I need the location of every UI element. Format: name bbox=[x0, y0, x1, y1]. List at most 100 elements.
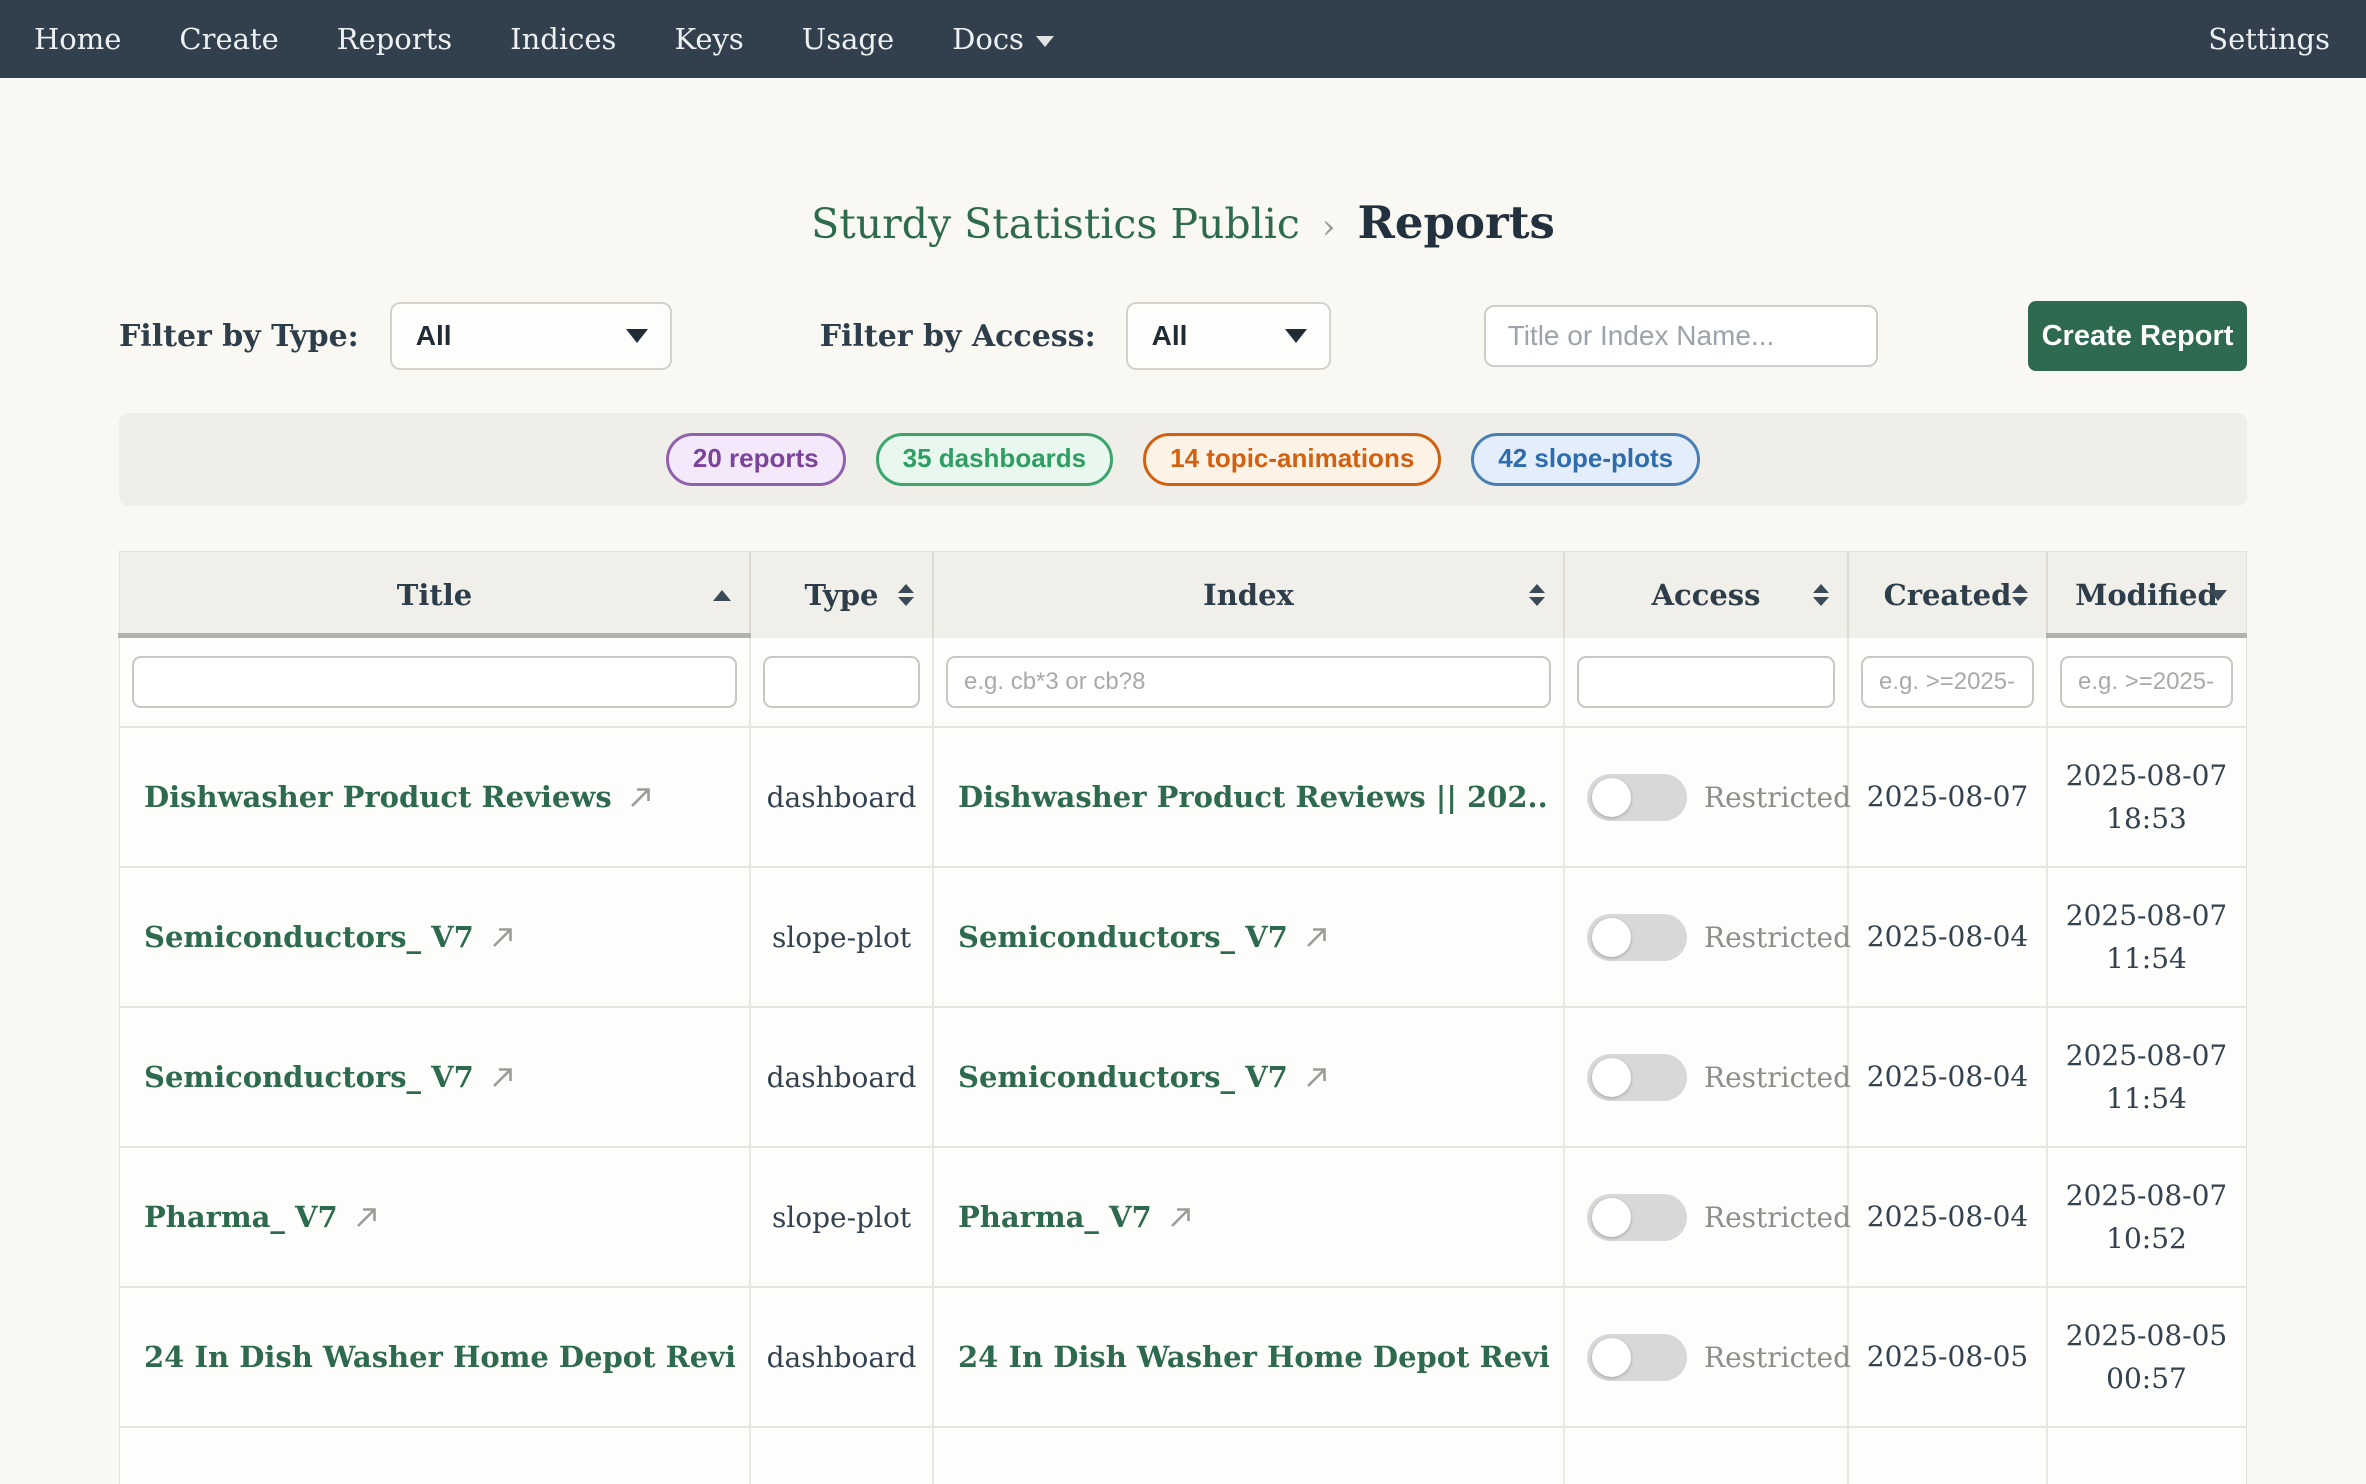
column-header-type[interactable]: Type bbox=[751, 552, 934, 638]
sort-both-icon bbox=[1529, 584, 1545, 606]
index-link[interactable]: 24 In Dish Washer Home Depot Revi... bbox=[958, 1340, 1549, 1374]
sort-both-icon bbox=[2012, 584, 2028, 606]
column-header-label: Type bbox=[805, 578, 879, 612]
access-status-label: Restricted bbox=[1704, 921, 1851, 954]
report-title-text: Semiconductors_ V7 bbox=[144, 920, 474, 954]
column-header-index[interactable]: Index bbox=[934, 552, 1565, 638]
filter-by-access-label: Filter by Access: bbox=[820, 319, 1096, 354]
index-column-filter-input[interactable] bbox=[946, 656, 1551, 708]
toggle-knob bbox=[1592, 1198, 1631, 1237]
count-badge: 42 slope-plots bbox=[1471, 433, 1700, 486]
column-header-created[interactable]: Created bbox=[1849, 552, 2048, 638]
report-type-text: dashboard bbox=[767, 781, 917, 814]
create-report-button[interactable]: Create Report bbox=[2028, 301, 2247, 371]
access-filter-value: All bbox=[1152, 320, 1188, 352]
nav-item-reports[interactable]: Reports bbox=[337, 22, 452, 56]
modified-datetime-text: 2025-08-0500:57 bbox=[2066, 1314, 2227, 1401]
index-name-text: Dishwasher Product Reviews || 202... bbox=[958, 780, 1549, 814]
access-toggle[interactable] bbox=[1587, 914, 1687, 961]
report-title-link[interactable]: Semiconductors_ V7 bbox=[144, 920, 516, 954]
column-header-modified[interactable]: Modified bbox=[2048, 552, 2245, 638]
report-title-link[interactable]: 24 In Dish Washer Home Depot Revi... bbox=[144, 1340, 735, 1374]
nav-item-home[interactable]: Home bbox=[34, 22, 121, 56]
access-status-label: Restricted bbox=[1704, 1341, 1851, 1374]
toggle-knob bbox=[1592, 918, 1631, 957]
report-title-text: 24 In Dish Washer Home Depot Revi... bbox=[144, 1340, 735, 1374]
created-date-text: 2025-08-07 bbox=[1867, 775, 2028, 818]
column-header-title[interactable]: Title bbox=[120, 552, 751, 638]
toggle-knob bbox=[1592, 1338, 1631, 1377]
access-filter-select[interactable]: All bbox=[1126, 302, 1331, 370]
chevron-down-icon bbox=[626, 329, 648, 343]
chevron-down-icon bbox=[1036, 36, 1054, 47]
modified-datetime-text: 2025-08-0710:52 bbox=[2066, 1174, 2227, 1261]
nav-item-docs[interactable]: Docs bbox=[952, 22, 1054, 56]
created-date-text: 2025-08-04 bbox=[1867, 915, 2028, 958]
index-name-text: Semiconductors_ V7 bbox=[958, 920, 1288, 954]
access-toggle[interactable] bbox=[1587, 1054, 1687, 1101]
column-header-access[interactable]: Access bbox=[1565, 552, 1849, 638]
index-name-text: Semiconductors_ V7 bbox=[958, 1060, 1288, 1094]
created-date-text: 2025-08-04 bbox=[1867, 1055, 2028, 1098]
column-header-label: Access bbox=[1652, 578, 1761, 612]
report-type-text: slope-plot bbox=[772, 1201, 911, 1234]
nav-item-settings[interactable]: Settings bbox=[2208, 22, 2330, 56]
nav-item-create[interactable]: Create bbox=[179, 22, 278, 56]
report-title-link[interactable]: Semiconductors_ V7 bbox=[144, 1060, 516, 1094]
page-title: Reports bbox=[1357, 196, 1554, 249]
sort-both-icon bbox=[1813, 584, 1829, 606]
report-type-text: dashboard bbox=[767, 1341, 917, 1374]
modified-column-filter-input[interactable] bbox=[2060, 656, 2233, 708]
access-column-filter-input[interactable] bbox=[1577, 656, 1835, 708]
breadcrumb-parent-link[interactable]: Sturdy Statistics Public bbox=[811, 200, 1300, 248]
report-title-link[interactable]: Pharma_ V7 bbox=[144, 1200, 380, 1234]
table-row-partial bbox=[120, 1428, 2246, 1484]
access-status-label: Restricted bbox=[1704, 781, 1851, 814]
count-badge: 20 reports bbox=[666, 433, 846, 486]
table-row: Semiconductors_ V7 dashboard Semiconduct… bbox=[120, 1008, 2246, 1148]
report-type-text: slope-plot bbox=[772, 921, 911, 954]
nav-docs-label: Docs bbox=[952, 22, 1024, 56]
external-link-icon bbox=[1303, 1064, 1330, 1091]
report-title-link[interactable]: Dishwasher Product Reviews bbox=[144, 780, 654, 814]
chevron-down-icon bbox=[1285, 329, 1307, 343]
table-header-row: Title Type Index Access Created Modified bbox=[120, 552, 2246, 638]
title-column-filter-input[interactable] bbox=[132, 656, 737, 708]
nav-item-usage[interactable]: Usage bbox=[802, 22, 894, 56]
report-type-text: dashboard bbox=[767, 1061, 917, 1094]
filter-by-type-label: Filter by Type: bbox=[119, 319, 359, 354]
external-link-icon bbox=[489, 924, 516, 951]
report-title-text: Semiconductors_ V7 bbox=[144, 1060, 474, 1094]
created-date-text: 2025-08-04 bbox=[1867, 1195, 2028, 1238]
index-name-text: 24 In Dish Washer Home Depot Revi... bbox=[958, 1340, 1549, 1374]
top-navbar: Home Create Reports Indices Keys Usage D… bbox=[0, 0, 2366, 78]
type-column-filter-input[interactable] bbox=[763, 656, 920, 708]
access-status-label: Restricted bbox=[1704, 1061, 1851, 1094]
modified-datetime-text: 2025-08-0718:53 bbox=[2066, 754, 2227, 841]
column-header-label: Modified bbox=[2075, 578, 2218, 612]
created-column-filter-input[interactable] bbox=[1861, 656, 2034, 708]
count-badge: 14 topic-animations bbox=[1143, 433, 1441, 486]
column-header-label: Title bbox=[397, 578, 472, 612]
index-link[interactable]: Semiconductors_ V7 bbox=[958, 1060, 1330, 1094]
report-title-text: Pharma_ V7 bbox=[144, 1200, 338, 1234]
table-row: Dishwasher Product Reviews dashboard Dis… bbox=[120, 728, 2246, 868]
index-link[interactable]: Pharma_ V7 bbox=[958, 1200, 1194, 1234]
access-toggle[interactable] bbox=[1587, 1334, 1687, 1381]
table-row: 24 In Dish Washer Home Depot Revi... das… bbox=[120, 1288, 2246, 1428]
access-toggle[interactable] bbox=[1587, 1194, 1687, 1241]
nav-item-indices[interactable]: Indices bbox=[510, 22, 616, 56]
count-badge: 35 dashboards bbox=[876, 433, 1114, 486]
type-filter-select[interactable]: All bbox=[390, 302, 672, 370]
index-link[interactable]: Dishwasher Product Reviews || 202... bbox=[958, 780, 1549, 814]
table-filter-row bbox=[120, 638, 2246, 728]
breadcrumb: Sturdy Statistics Public › Reports bbox=[0, 196, 2366, 249]
column-header-label: Index bbox=[1203, 578, 1294, 612]
access-status-label: Restricted bbox=[1704, 1201, 1851, 1234]
nav-item-keys[interactable]: Keys bbox=[674, 22, 743, 56]
external-link-icon bbox=[627, 784, 654, 811]
index-link[interactable]: Semiconductors_ V7 bbox=[958, 920, 1330, 954]
search-input[interactable] bbox=[1484, 305, 1878, 367]
sort-descending-icon bbox=[2209, 590, 2227, 601]
access-toggle[interactable] bbox=[1587, 774, 1687, 821]
